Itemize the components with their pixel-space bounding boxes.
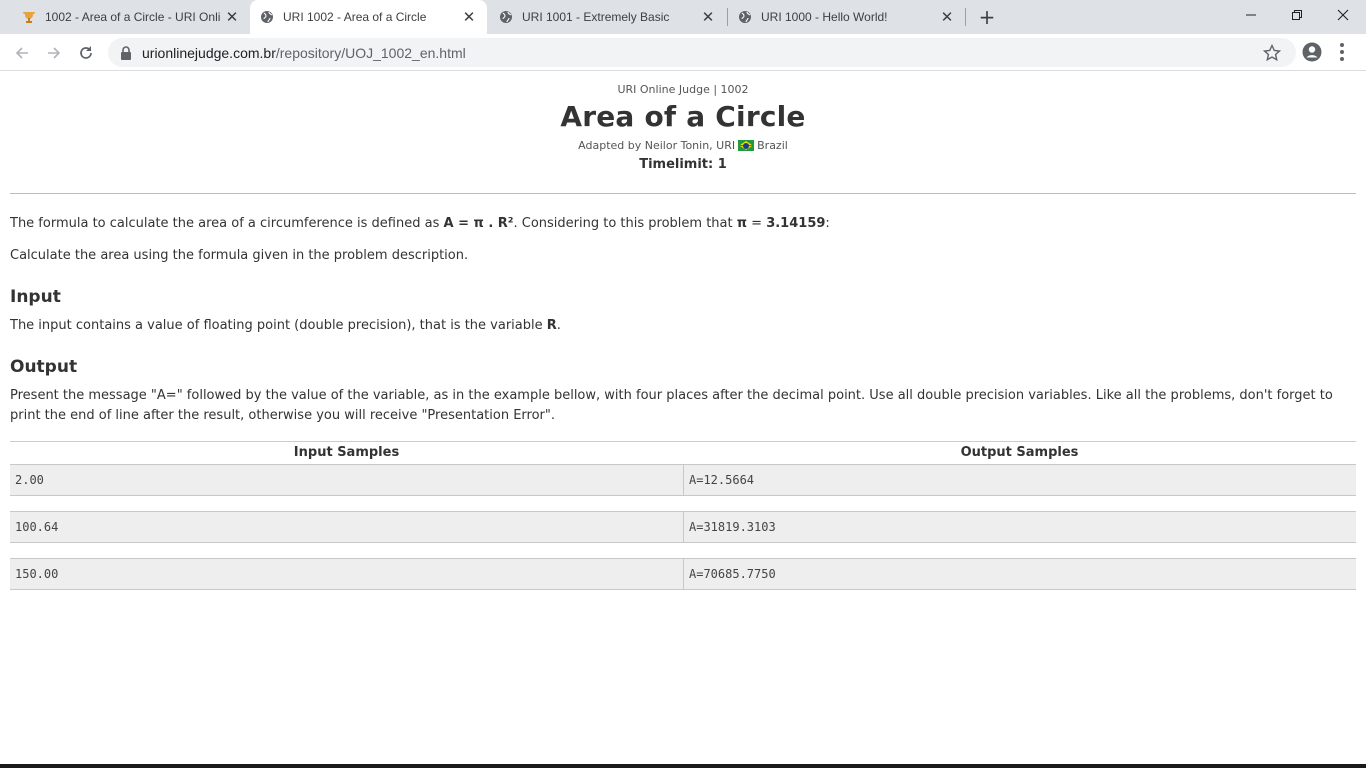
minimize-button[interactable] <box>1228 0 1274 30</box>
input-variable: R <box>546 318 557 333</box>
bookmark-star-icon[interactable] <box>1262 43 1282 63</box>
tab-uri-1002-online[interactable]: 1002 - Area of a Circle - URI Onli ✕ <box>0 0 250 34</box>
tab-title: 1002 - Area of a Circle - URI Onli <box>45 10 221 24</box>
input-paragraph: The input contains a value of floating p… <box>10 316 1360 336</box>
url-host: urionlinejudge.com.br <box>142 44 276 61</box>
close-window-button[interactable] <box>1320 0 1366 30</box>
restore-button[interactable] <box>1274 0 1320 30</box>
forward-arrow-icon <box>48 47 61 59</box>
tab-title: URI 1000 - Hello World! <box>761 10 888 24</box>
output-heading: Output <box>10 357 78 377</box>
desc-text: = <box>747 216 767 231</box>
forward-button[interactable] <box>41 40 67 66</box>
description-paragraph: The formula to calculate the area of a c… <box>10 214 1360 234</box>
close-tab-icon[interactable]: ✕ <box>700 9 716 26</box>
country-text: Brazil <box>757 139 788 152</box>
close-tab-icon[interactable]: ✕ <box>224 9 240 26</box>
close-tab-icon[interactable]: ✕ <box>939 9 955 26</box>
url-text: urionlinejudge.com.br/repository/UOJ_100… <box>142 45 466 61</box>
globe-icon <box>261 11 273 23</box>
samples-header-row: Input Samples Output Samples <box>10 441 1356 465</box>
desc-text: . Considering to this problem that <box>513 216 737 231</box>
sample-output: A=12.5664 <box>683 465 1356 495</box>
sample-row: 150.00 A=70685.7750 <box>10 558 1356 590</box>
adapted-by-text: Adapted by Neilor Tonin, URI <box>578 139 736 152</box>
samples-table: Input Samples Output Samples 2.00 A=12.5… <box>10 441 1356 590</box>
reload-icon <box>80 46 92 59</box>
profile-avatar-icon[interactable] <box>1302 42 1322 62</box>
close-icon <box>1337 9 1349 21</box>
address-bar[interactable]: urionlinejudge.com.br/repository/UOJ_100… <box>108 38 1296 67</box>
pi-value: 3.14159 <box>766 216 826 231</box>
tab-uri-1002-active[interactable]: URI 1002 - Area of a Circle ✕ <box>250 0 487 34</box>
reload-button[interactable] <box>73 40 99 66</box>
tab-separator <box>965 8 966 26</box>
divider <box>10 193 1356 194</box>
url-path: /repository/UOJ_1002_en.html <box>275 44 466 61</box>
restore-icon <box>1292 10 1302 20</box>
problem-source: URI Online Judge | 1002 <box>617 83 749 96</box>
back-button[interactable] <box>9 40 35 66</box>
taskbar-edge <box>0 764 1366 768</box>
formula: A = π . R² <box>443 216 514 231</box>
browser-toolbar: urionlinejudge.com.br/repository/UOJ_100… <box>0 34 1366 71</box>
minimize-icon <box>1246 14 1256 16</box>
tab-uri-1001[interactable]: URI 1001 - Extremely Basic ✕ <box>488 0 726 34</box>
brazil-flag-icon <box>738 140 755 151</box>
tab-strip: 1002 - Area of a Circle - URI Onli ✕ URI… <box>0 0 1366 34</box>
output-samples-header: Output Samples <box>960 445 1079 460</box>
globe-icon <box>739 11 751 23</box>
timelimit: Timelimit: 1 <box>639 157 727 172</box>
input-heading: Input <box>10 287 61 307</box>
desc-text: The formula to calculate the area of a c… <box>10 216 444 231</box>
tab-uri-1000[interactable]: URI 1000 - Hello World! ✕ <box>728 0 965 34</box>
sample-input: 150.00 <box>15 567 59 581</box>
sample-input: 2.00 <box>15 473 44 487</box>
input-text: The input contains a value of floating p… <box>10 318 547 333</box>
adapted-by-line: Adapted by Neilor Tonin, URI Brazil <box>0 139 1366 152</box>
sample-row: 100.64 A=31819.3103 <box>10 511 1356 543</box>
input-text-end: . <box>556 318 561 333</box>
globe-icon <box>500 11 512 23</box>
tab-title: URI 1001 - Extremely Basic <box>522 10 670 24</box>
sample-output: A=31819.3103 <box>683 512 1356 542</box>
page-content: URI Online Judge | 1002 Area of a Circle… <box>0 71 1366 764</box>
back-arrow-icon <box>15 47 28 59</box>
sample-input: 100.64 <box>15 520 59 534</box>
tab-title: URI 1002 - Area of a Circle <box>283 10 427 24</box>
output-paragraph: Present the message "A=" followed by the… <box>10 388 1333 423</box>
lock-icon <box>121 45 131 60</box>
browser-menu-button[interactable] <box>1334 42 1350 62</box>
new-tab-button[interactable]: + <box>976 5 998 29</box>
desc-text: : <box>825 216 830 231</box>
sample-output: A=70685.7750 <box>683 559 1356 589</box>
pi-symbol: π <box>736 216 748 231</box>
close-tab-icon[interactable]: ✕ <box>461 9 477 26</box>
description-line-2: Calculate the area using the formula giv… <box>10 248 469 263</box>
sample-row: 2.00 A=12.5664 <box>10 464 1356 496</box>
page-title: Area of a Circle <box>560 100 806 133</box>
input-samples-header: Input Samples <box>293 445 400 460</box>
uri-trophy-icon <box>23 12 35 23</box>
